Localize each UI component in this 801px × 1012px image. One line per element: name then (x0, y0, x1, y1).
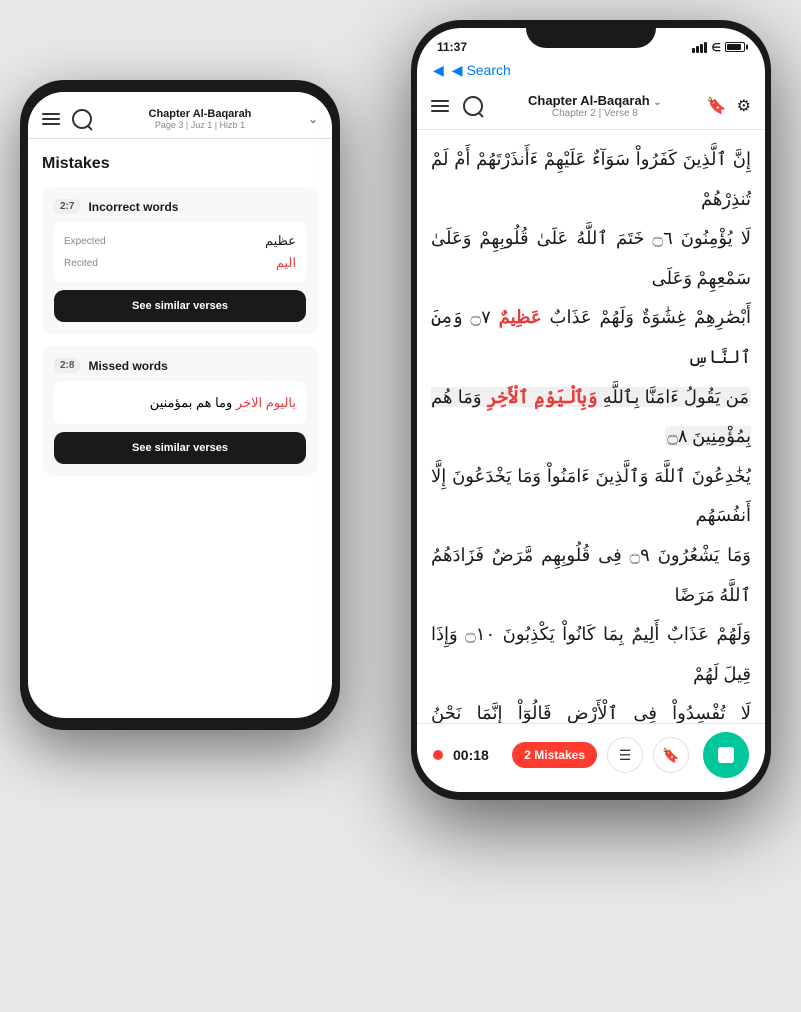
highlighted-word: عَظِيمٌ (499, 307, 542, 327)
quran-line-1: إِنَّ ٱلَّذِينَ كَفَرُواْ سَوَآءٌ عَلَيْ… (431, 149, 751, 209)
mistakes-section: Mistakes 2:7 Incorrect words Expected عظ… (28, 139, 332, 718)
stop-button[interactable] (703, 732, 749, 778)
missed-red-text: باليوم الاخر (236, 395, 296, 410)
chevron-icon: ⌄ (308, 112, 318, 126)
quran-text: إِنَّ ٱلَّذِينَ كَفَرُواْ سَوَآءٌ عَلَيْ… (431, 140, 751, 723)
quran-line-8: لَا تُفْسِدُواْ فِى ٱلْأَرْضِ قَالُوٓاْ … (431, 703, 751, 723)
back-header-icons (42, 109, 92, 129)
mistake-detail-1: Expected عظيم Recited اليم (54, 222, 306, 282)
quran-line-3: أَبْصَٰرِهِمْ غِشَٰوَةٌ وَلَهُمْ عَذَابٌ… (431, 307, 751, 367)
quran-line-6: وَمَا يَشْعُرُونَ ۝٩ فِى قُلُوبِهِم مَّر… (431, 545, 751, 605)
list-icon-btn[interactable]: ☰ (607, 737, 643, 773)
notch (526, 20, 656, 48)
battery-icon (725, 42, 745, 52)
front-phone: 11:37 ∈ ◀ ◀ Search (411, 20, 771, 800)
status-right-icons: ∈ (692, 41, 745, 54)
stop-icon (718, 747, 734, 763)
back-phone-header: Chapter Al-Baqarah Page 3 | Juz 1 | Hizb… (28, 92, 332, 139)
settings-icon[interactable]: ⚙ (737, 96, 751, 116)
status-time: 11:37 (437, 40, 467, 54)
quran-line-4: مَن يَقُولُ ءَامَنَّا بِٱللَّهِ وَبِٱلْي… (431, 387, 751, 447)
timer-display: 00:18 (453, 747, 489, 763)
back-phone-screen: Chapter Al-Baqarah Page 3 | Juz 1 | Hizb… (28, 92, 332, 718)
mistake-type-2: Missed words (88, 359, 167, 373)
hamburger-icon[interactable] (42, 113, 60, 125)
back-phone: Chapter Al-Baqarah Page 3 | Juz 1 | Hizb… (20, 80, 340, 730)
expected-row: Expected عظيم (64, 230, 296, 252)
front-chevron-icon: ⌄ (653, 97, 661, 108)
signal-icon (692, 42, 707, 53)
highlighted-ayah-text: وَبِٱلْيَوْمِ ٱلْأَخِرِ (487, 387, 598, 407)
bottom-bar: 00:18 2 Mistakes ☰ 🔖 (417, 723, 765, 792)
recording-dot (433, 750, 443, 760)
front-screen: 11:37 ∈ ◀ ◀ Search (417, 28, 765, 792)
mistake-badge-1: 2:7 Incorrect words (54, 199, 306, 214)
front-header: Chapter Al-Baqarah ⌄ Chapter 2 | Verse 8… (417, 85, 765, 130)
bookmark-icon[interactable]: 🔖 (707, 96, 727, 116)
recited-label: Recited (64, 258, 98, 269)
front-header-icons (431, 96, 483, 116)
back-chapter-name: Chapter Al-Baqarah (102, 108, 298, 120)
see-similar-btn-2[interactable]: See similar verses (54, 432, 306, 464)
front-header-title: Chapter Al-Baqarah ⌄ Chapter 2 | Verse 8 (493, 93, 697, 119)
front-chapter-name: Chapter Al-Baqarah ⌄ (493, 93, 697, 108)
expected-value: عظيم (265, 233, 296, 249)
front-search-icon[interactable] (463, 96, 483, 116)
back-arrow-icon[interactable]: ◀ (433, 62, 444, 79)
incorrect-words-card: 2:7 Incorrect words Expected عظيم Recite… (42, 187, 318, 334)
expected-label: Expected (64, 236, 106, 247)
recited-value: اليم (276, 255, 296, 271)
quran-line-2: لَا يُؤْمِنُونَ ۝٦ خَتَمَ ٱللَّهُ عَلَىٰ… (431, 228, 751, 288)
front-chapter-subtitle: Chapter 2 | Verse 8 (493, 108, 697, 119)
search-icon[interactable] (72, 109, 92, 129)
recited-row: Recited اليم (64, 252, 296, 274)
quran-line-5: يُخَٰدِعُونَ ٱللَّهَ وَٱلَّذِينَ ءَامَنُ… (431, 466, 751, 526)
wifi-icon: ∈ (711, 41, 721, 54)
mistakes-chip[interactable]: 2 Mistakes (512, 742, 597, 768)
quran-area: إِنَّ ٱلَّذِينَ كَفَرُواْ سَوَآءٌ عَلَيْ… (417, 130, 765, 723)
verse-badge-1: 2:7 (54, 199, 80, 214)
scene: Chapter Al-Baqarah Page 3 | Juz 1 | Hizb… (0, 0, 801, 1012)
bookmark-btn[interactable]: 🔖 (653, 737, 689, 773)
search-bar-row: ◀ ◀ Search (417, 58, 765, 85)
front-hamburger-icon[interactable] (431, 100, 449, 112)
back-chapter-subtitle: Page 3 | Juz 1 | Hizb 1 (102, 120, 298, 130)
search-back-label[interactable]: ◀ Search (452, 62, 511, 79)
mistakes-title: Mistakes (42, 155, 318, 173)
front-header-right: 🔖 ⚙ (707, 96, 751, 116)
mistake-badge-2: 2:8 Missed words (54, 358, 306, 373)
back-header-title: Chapter Al-Baqarah Page 3 | Juz 1 | Hizb… (102, 108, 298, 130)
mistake-type-1: Incorrect words (88, 200, 178, 214)
missed-normal-text: وما هم بمؤمنين (150, 395, 233, 410)
quran-line-7: وَلَهُمْ عَذَابٌ أَلِيمٌ بِمَا كَانُواْ … (431, 624, 751, 684)
missed-words-card: 2:8 Missed words باليوم الاخر وما هم بمؤ… (42, 346, 318, 476)
back-header-right: ⌄ (308, 112, 318, 126)
missed-text-box: باليوم الاخر وما هم بمؤمنين (54, 381, 306, 424)
verse-badge-2: 2:8 (54, 358, 80, 373)
see-similar-btn-1[interactable]: See similar verses (54, 290, 306, 322)
highlighted-verse-box: مَن يَقُولُ ءَامَنَّا بِٱللَّهِ وَبِٱلْي… (431, 387, 751, 447)
